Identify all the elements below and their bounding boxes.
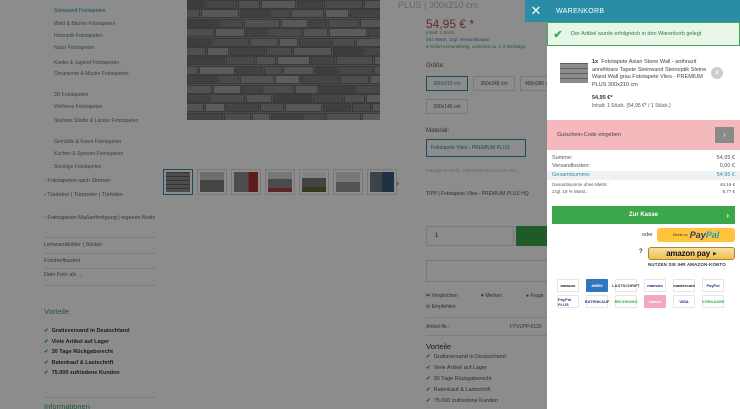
checkmark-icon: ✔ [553,28,563,41]
paypal-pal: Pal [705,230,720,240]
voucher-label: Gutschein-Code eingeben [557,132,621,138]
shipping-label: Versandkosten: [552,163,590,169]
paypal-pay: Pay [689,230,706,240]
cart-item-unit-info: Inhalt: 1 Stück. (54,95 €* / 1 Stück.) [592,103,671,109]
shipping-value: 0,00 € [719,163,735,169]
checkout-button[interactable]: Zur Kasse › [552,206,735,224]
cart-item-price: 54,95 €* [592,95,613,101]
remove-item-icon[interactable]: ✕ [711,67,723,79]
success-message: Der Artikel wurde erfolgreich in den War… [571,31,702,37]
total-row: Gesamtsumme: 54,95 € [547,171,740,180]
payment-logo-amazon: amazon [557,279,579,292]
paypal-express-button[interactable]: Direkt zu PayPal [657,228,735,242]
net-label: Gesamtsumme ohne MwSt.: [552,182,609,187]
payment-logo-mastercard: mastercard [673,279,695,292]
subtotal-value: 54,95 € [716,155,735,161]
subtotal-row: Summe: 54,95 € [552,155,735,161]
cart-item-qty: 1x [592,59,599,65]
amazon-pay-subtitle: NUTZEN SIE IHR AMAZON-KONTO [648,262,726,267]
cart-offcanvas: WARENKORB ✔ Der Artikel wurde erfolgreic… [547,0,740,409]
chevron-right-icon: › [726,210,729,220]
close-icon[interactable]: ✕ [525,0,547,22]
payment-logo-klarna: klarna [644,295,666,308]
payment-logo-ratenkauf: RATENKAUF [585,295,609,308]
chevron-right-icon: ▶ [712,250,717,257]
cart-item-title: Fototapete Asian Stone Wall - anthrazit … [592,59,707,88]
payment-logo-paypal: PayPal [702,279,724,292]
amazon-help-icon[interactable]: ? [639,249,643,255]
paypal-direct-label: Direkt zu [672,233,688,237]
cart-item-image[interactable] [560,63,588,83]
cart-title: WARENKORB [547,0,740,22]
payment-logo-maestro: maestro [644,279,666,292]
cart-item-name[interactable]: 1x Fototapete Asian Stone Wall - anthraz… [592,59,712,89]
success-alert: ✔ Der Artikel wurde erfolgreich in den W… [547,22,740,46]
total-label: Gesamtsumme: [552,172,591,178]
vat-label: zzgl. 19 % MwSt.: [552,189,588,194]
net-row: Gesamtsumme ohne MwSt.: 46,18 € [552,182,735,187]
payment-logo-paypal-plus: PayPal PLUS [557,295,579,308]
amazon-pay-button[interactable]: amazon pay ▶ [648,247,735,260]
vat-row: zzgl. 19 % MwSt.: 8,77 € [552,189,735,194]
voucher-toggle[interactable]: Gutschein-Code eingeben › [547,120,740,150]
shipping-row: Versandkosten: 0,00 € [552,163,735,169]
vat-value: 8,77 € [722,189,735,194]
payment-logo-visa: VISA [673,295,695,308]
chevron-right-icon[interactable]: › [715,127,734,143]
payment-logo-amex: AMEX [586,279,608,292]
total-value: 54,95 € [716,172,735,178]
paypal-logo: PayPal [690,230,720,240]
payment-logo-rechnung: RECHNUNG [614,295,638,308]
payment-logo-vorkasse: VORKASSE [702,295,724,308]
net-value: 46,18 € [719,182,735,187]
or-label: oder [642,232,654,238]
subtotal-label: Summe: [552,155,573,161]
amazon-pay-label: amazon pay [666,249,710,258]
modal-backdrop[interactable] [0,0,547,409]
checkout-label: Zur Kasse [628,212,658,218]
payment-logo-lastschrift: LASTSCHRIFT [612,279,640,292]
